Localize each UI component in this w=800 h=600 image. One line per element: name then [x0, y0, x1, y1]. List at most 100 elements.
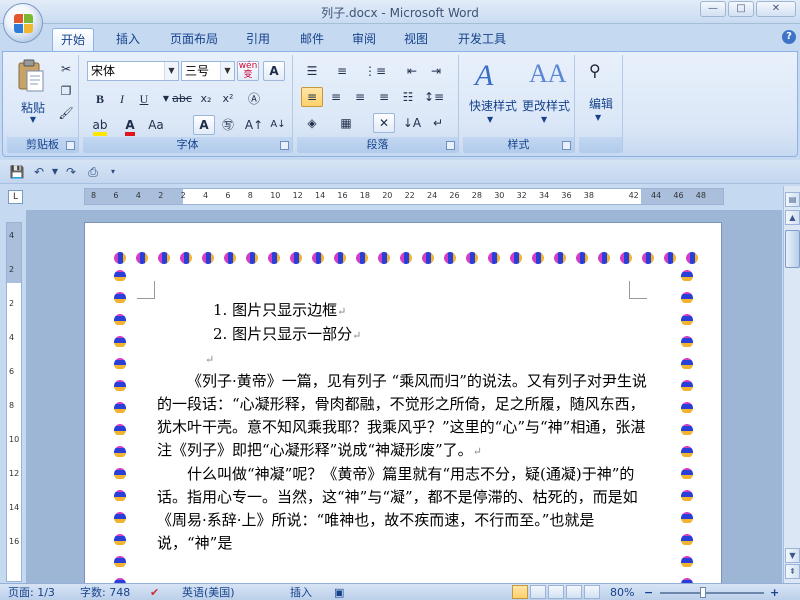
ruler-tick-label: 44 — [651, 191, 662, 200]
tab-review[interactable]: 审阅 — [344, 28, 384, 52]
numbering-icon[interactable]: ≡ — [331, 61, 353, 81]
copy-icon[interactable]: ❐ — [55, 81, 77, 101]
document-page[interactable]: 1. 图片只显示边框↵ 2. 图片只显示一部分↵ ↵ 《列子·黄帝》一篇，见有列… — [84, 222, 722, 583]
enclose-characters-icon[interactable]: ㊢ — [217, 115, 239, 135]
align-left-icon[interactable]: ≡ — [301, 87, 323, 107]
full-screen-view-icon[interactable] — [530, 585, 546, 599]
ruler-tick-label: 4 — [9, 231, 15, 240]
vertical-ruler[interactable]: 4 2 2 4 6 8 10 12 14 16 — [6, 222, 22, 582]
tab-selector-icon[interactable]: L — [8, 190, 23, 204]
save-icon[interactable]: 💾 — [8, 163, 26, 181]
proofing-icon[interactable]: ✔ — [150, 585, 159, 600]
change-styles-button[interactable]: 更改样式 — [519, 97, 573, 114]
chevron-down-icon: ▼ — [220, 62, 234, 80]
italic-button[interactable]: I — [111, 89, 133, 109]
align-right-icon[interactable]: ≡ — [349, 87, 371, 107]
distributed-icon[interactable]: ☷ — [397, 87, 419, 107]
zoom-slider-thumb[interactable] — [700, 587, 706, 598]
outline-view-icon[interactable] — [566, 585, 582, 599]
insert-mode[interactable]: 插入 — [290, 585, 312, 600]
text-highlight-icon[interactable]: ab — [89, 115, 111, 136]
quick-styles-dropdown-icon[interactable]: ▼ — [487, 115, 493, 124]
tab-developer[interactable]: 开发工具 — [450, 28, 514, 52]
bullets-icon[interactable]: ☰ — [301, 61, 323, 81]
language-indicator[interactable]: 英语(美国) — [182, 585, 235, 600]
increase-indent-icon[interactable]: ⇥ — [425, 61, 447, 81]
paste-button[interactable]: 粘贴 — [13, 99, 53, 116]
subscript-button[interactable]: x₂ — [195, 89, 217, 109]
editing-button[interactable]: 编辑 — [581, 95, 621, 112]
print-preview-icon[interactable]: ⎙ — [84, 163, 102, 181]
shading-icon[interactable]: ◈ — [301, 113, 323, 133]
scroll-up-icon[interactable]: ▲ — [785, 210, 800, 225]
change-case-icon[interactable]: Aa — [145, 115, 167, 135]
font-color-icon[interactable]: A — [119, 115, 141, 136]
zoom-slider[interactable] — [660, 592, 764, 594]
clipboard-launcher-icon[interactable] — [66, 141, 75, 150]
chinese-layout-icon[interactable]: ✕ — [373, 113, 395, 133]
tab-view[interactable]: 视图 — [396, 28, 436, 52]
cut-icon[interactable]: ✂ — [55, 59, 77, 79]
character-shading-icon[interactable]: A — [193, 115, 215, 135]
help-icon[interactable]: ? — [782, 30, 796, 44]
font-name-select[interactable]: 宋体 ▼ — [87, 61, 179, 81]
tab-insert[interactable]: 插入 — [108, 28, 148, 52]
superscript-button[interactable]: x² — [217, 89, 239, 109]
tab-mailings[interactable]: 邮件 — [292, 28, 332, 52]
customize-qat-icon[interactable]: ▾ — [104, 163, 122, 181]
grow-font-icon[interactable]: A↑ — [243, 115, 265, 135]
editing-dropdown-icon[interactable]: ▼ — [595, 113, 601, 122]
word-count[interactable]: 字数: 748 — [80, 585, 130, 600]
decrease-indent-icon[interactable]: ⇤ — [401, 61, 423, 81]
format-painter-icon[interactable]: 🖌 — [55, 103, 77, 123]
paste-dropdown-icon[interactable]: ▼ — [27, 115, 39, 124]
clear-formatting-icon[interactable]: Ⓐ — [243, 89, 265, 109]
underline-button[interactable]: U — [133, 89, 155, 109]
multilevel-list-icon[interactable]: ⋮≡ — [363, 61, 386, 81]
font-size-select[interactable]: 三号 ▼ — [181, 61, 235, 81]
quick-styles-icon[interactable]: A — [475, 59, 507, 93]
show-marks-icon[interactable]: ↵ — [427, 113, 449, 133]
macro-record-icon[interactable]: ▣ — [334, 585, 344, 600]
sort-icon[interactable]: ↓A — [401, 113, 423, 133]
web-layout-view-icon[interactable] — [548, 585, 564, 599]
font-launcher-icon[interactable] — [280, 141, 289, 150]
change-styles-dropdown-icon[interactable]: ▼ — [541, 115, 547, 124]
zoom-in-button[interactable]: + — [770, 585, 779, 600]
quick-styles-button[interactable]: 快速样式 — [467, 97, 519, 114]
character-border-icon[interactable]: A — [263, 61, 285, 81]
close-button[interactable]: ✕ — [756, 1, 796, 17]
vertical-scrollbar[interactable]: ▤ ▲ ▼ ⇞ — [783, 186, 800, 584]
maximize-button[interactable]: □ — [728, 1, 754, 17]
zoom-out-button[interactable]: − — [644, 585, 653, 600]
minimize-button[interactable]: — — [700, 1, 726, 17]
ruler-toggle-icon[interactable]: ▤ — [785, 192, 800, 207]
change-styles-icon[interactable]: AA — [529, 59, 567, 93]
paragraph-launcher-icon[interactable] — [446, 141, 455, 150]
print-layout-view-icon[interactable] — [512, 585, 528, 599]
styles-launcher-icon[interactable] — [562, 141, 571, 150]
tab-references[interactable]: 引用 — [238, 28, 278, 52]
office-button[interactable] — [3, 3, 43, 43]
align-center-icon[interactable]: ≡ — [325, 87, 347, 107]
draft-view-icon[interactable] — [584, 585, 600, 599]
redo-icon[interactable]: ↷ — [62, 163, 80, 181]
horizontal-ruler[interactable]: 8 6 4 2 2 4 6 8 10 12 14 16 18 20 22 24 26 28 30 32 34 36 38 42… — [84, 188, 724, 205]
shrink-font-icon[interactable]: A↓ — [267, 115, 289, 135]
zoom-level[interactable]: 80% — [610, 585, 634, 600]
strikethrough-button[interactable]: abc — [171, 89, 193, 109]
borders-icon[interactable]: ▦ — [335, 113, 357, 133]
page-count[interactable]: 页面: 1/3 — [8, 585, 55, 600]
scroll-down-icon[interactable]: ▼ — [785, 548, 800, 563]
tab-page-layout[interactable]: 页面布局 — [162, 28, 226, 52]
line-spacing-icon[interactable]: ↕≡ — [423, 87, 445, 107]
tab-home[interactable]: 开始 — [52, 28, 95, 52]
binoculars-icon[interactable]: ⚲ — [589, 61, 613, 81]
previous-page-icon[interactable]: ⇞ — [785, 564, 800, 579]
document-body[interactable]: 1. 图片只显示边框↵ 2. 图片只显示一部分↵ ↵ 《列子·黄帝》一篇，见有列… — [157, 299, 657, 555]
phonetic-guide-icon[interactable]: wén 变 — [237, 61, 259, 81]
justify-icon[interactable]: ≡ — [373, 87, 395, 107]
bold-button[interactable]: B — [89, 89, 111, 109]
scrollbar-thumb[interactable] — [785, 230, 800, 268]
paste-icon[interactable] — [17, 59, 45, 95]
